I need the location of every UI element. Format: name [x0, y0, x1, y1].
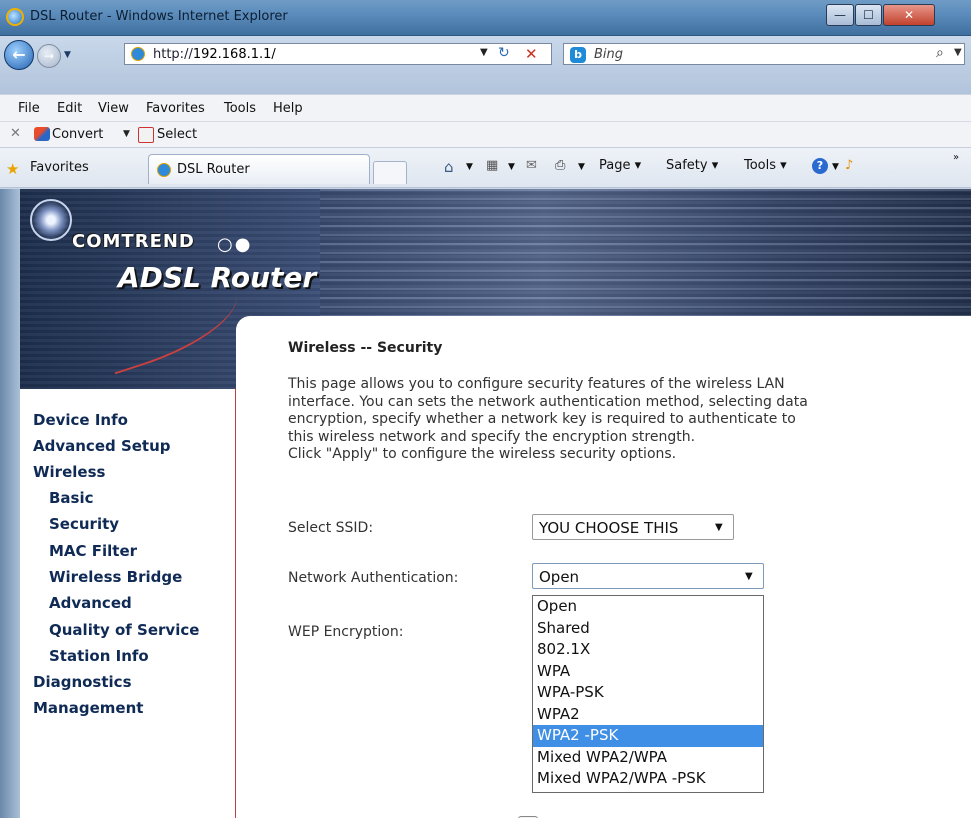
auth-option-shared[interactable]: Shared — [533, 618, 763, 640]
window-left-edge — [0, 189, 20, 818]
feeds-icon[interactable]: ▦ — [486, 158, 498, 173]
search-icon[interactable]: ⌕ — [936, 45, 944, 61]
banner-swoosh — [99, 283, 249, 375]
favorites-bar: ★ Favorites DSL Router ⌂ ▼ ▦ ▼ ✉ ⎙ ▼ Pag… — [0, 148, 971, 188]
ssid-label: Select SSID: — [288, 520, 374, 536]
router-page: COMTREND ○● ADSL Router Device Info Adva… — [20, 189, 971, 818]
refresh-icon[interactable]: ↻ — [498, 45, 510, 61]
auth-option-mixed-wpa2-wpa-psk[interactable]: Mixed WPA2/WPA -PSK — [533, 768, 763, 790]
auth-option-wpa[interactable]: WPA — [533, 661, 763, 683]
convert-button[interactable]: Convert — [52, 127, 103, 142]
auth-option-8021x[interactable]: 802.1X — [533, 639, 763, 661]
sidebar-item-advanced[interactable]: Advanced — [49, 594, 132, 612]
minimize-button[interactable]: — — [826, 4, 854, 26]
research-icon[interactable]: ♪ — [845, 158, 853, 173]
window-titlebar: DSL Router - Windows Internet Explorer —… — [0, 0, 971, 36]
bing-logo-icon: b — [570, 47, 586, 63]
toolbar-overflow-icon[interactable]: » — [953, 152, 959, 163]
menu-file[interactable]: File — [18, 101, 40, 116]
wep-label: WEP Encryption: — [288, 624, 404, 640]
sidebar-item-wireless-bridge[interactable]: Wireless Bridge — [49, 568, 182, 586]
menu-view[interactable]: View — [98, 101, 129, 116]
page-icon — [131, 47, 145, 61]
ie-logo-icon — [6, 8, 24, 26]
new-tab-button[interactable] — [373, 161, 407, 184]
safety-menu[interactable]: Safety ▾ — [666, 158, 718, 173]
tab-label: DSL Router — [177, 162, 250, 177]
comtrend-logo-icon — [30, 199, 72, 241]
close-toolbar-icon[interactable]: ✕ — [10, 126, 21, 141]
brand-name: COMTREND — [72, 231, 195, 252]
convert-dropdown-icon[interactable]: ▼ — [123, 129, 130, 139]
forward-button[interactable]: → — [37, 44, 61, 68]
menu-tools[interactable]: Tools — [224, 101, 256, 116]
stop-icon[interactable]: ✕ — [525, 45, 538, 63]
brand-dots: ○● — [217, 234, 253, 255]
command-bar: ✕ Convert ▼ Select — [0, 122, 971, 148]
favorites-button[interactable]: Favorites — [30, 160, 89, 175]
tab-page-icon — [157, 163, 171, 177]
page-description: This page allows you to configure securi… — [288, 376, 808, 463]
menu-edit[interactable]: Edit — [57, 101, 82, 116]
auth-label: Network Authentication: — [288, 570, 459, 586]
favorites-star-icon[interactable]: ★ — [6, 160, 19, 178]
mail-icon[interactable]: ✉ — [526, 158, 537, 173]
print-dropdown-icon[interactable]: ▼ — [578, 162, 585, 172]
search-options-icon[interactable]: ▼ — [954, 47, 962, 58]
sidebar-nav: Device Info Advanced Setup Wireless Basi… — [20, 389, 236, 818]
pdf-select-icon — [138, 127, 154, 143]
home-dropdown-icon[interactable]: ▼ — [466, 162, 473, 172]
navigation-bar: ← → ▼ http://192.168.1.1/ ▼ ↻ ✕ b Bing ⌕… — [0, 36, 971, 94]
menu-help[interactable]: Help — [273, 101, 303, 116]
back-button[interactable]: ← — [4, 40, 34, 70]
search-engine-name[interactable]: Bing — [594, 47, 623, 62]
page-title: Wireless -- Security — [288, 340, 443, 356]
print-icon[interactable]: ⎙ — [555, 158, 565, 173]
network-authentication-select[interactable]: Open ▼ — [532, 563, 764, 589]
sidebar-item-security[interactable]: Security — [49, 515, 119, 533]
tools-menu[interactable]: Tools ▾ — [744, 158, 787, 173]
tab-dsl-router[interactable]: DSL Router — [148, 154, 370, 184]
sidebar-item-quality-of-service[interactable]: Quality of Service — [49, 621, 199, 639]
window-title: DSL Router - Windows Internet Explorer — [30, 9, 288, 24]
chevron-down-icon: ▼ — [745, 571, 753, 582]
history-dropdown-icon[interactable]: ▼ — [64, 50, 71, 60]
sidebar-item-mac-filter[interactable]: MAC Filter — [49, 542, 137, 560]
auth-option-wpa2-psk[interactable]: WPA2 -PSK — [533, 725, 763, 747]
sidebar-item-device-info[interactable]: Device Info — [33, 411, 128, 429]
address-bar[interactable]: http://192.168.1.1/ ▼ ↻ ✕ — [124, 43, 552, 65]
menu-favorites[interactable]: Favorites — [146, 101, 205, 116]
sidebar-item-advanced-setup[interactable]: Advanced Setup — [33, 437, 171, 455]
sidebar-item-basic[interactable]: Basic — [49, 489, 94, 507]
sidebar-item-management[interactable]: Management — [33, 699, 143, 717]
help-dropdown-icon[interactable]: ▼ — [832, 162, 839, 172]
ssid-select[interactable]: YOU CHOOSE THIS ▼ — [532, 514, 734, 540]
select-button[interactable]: Select — [157, 127, 197, 142]
help-icon[interactable]: ? — [812, 158, 828, 174]
search-box[interactable]: b Bing ⌕ ▼ — [563, 43, 965, 65]
close-window-button[interactable]: ✕ — [883, 4, 935, 26]
auth-option-wpa2[interactable]: WPA2 — [533, 704, 763, 726]
auth-option-wpa-psk[interactable]: WPA-PSK — [533, 682, 763, 704]
chevron-down-icon: ▼ — [715, 522, 723, 533]
menu-bar: File Edit View Favorites Tools Help — [0, 94, 971, 122]
maximize-button[interactable]: ☐ — [855, 4, 882, 26]
sidebar-item-wireless[interactable]: Wireless — [33, 463, 105, 481]
address-url[interactable]: http://192.168.1.1/ — [153, 47, 276, 62]
page-menu[interactable]: Page ▾ — [599, 158, 641, 173]
auth-option-open[interactable]: Open — [533, 596, 763, 618]
auth-selected-value: Open — [539, 568, 580, 586]
feeds-dropdown-icon[interactable]: ▼ — [508, 162, 515, 172]
home-icon[interactable]: ⌂ — [444, 158, 454, 176]
auth-option-mixed-wpa2-wpa[interactable]: Mixed WPA2/WPA — [533, 747, 763, 769]
auth-dropdown-list[interactable]: Open Shared 802.1X WPA WPA-PSK WPA2 WPA2… — [532, 595, 764, 793]
main-content: Wireless -- Security This page allows yo… — [236, 316, 971, 818]
convert-icon — [34, 127, 50, 141]
sidebar-item-diagnostics[interactable]: Diagnostics — [33, 673, 132, 691]
address-dropdown-icon[interactable]: ▼ — [480, 47, 488, 58]
sidebar-item-station-info[interactable]: Station Info — [49, 647, 149, 665]
ssid-selected-value: YOU CHOOSE THIS — [539, 519, 679, 537]
